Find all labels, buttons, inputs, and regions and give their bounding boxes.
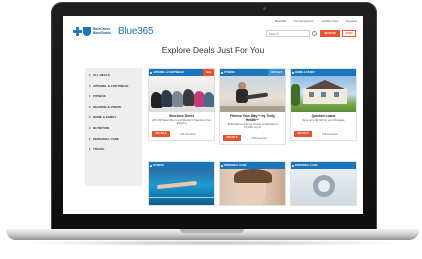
utility-link-blue365[interactable]: Blue365 (275, 19, 286, 23)
card-category: PERSONAL CARE (295, 164, 318, 167)
webcam-icon (263, 7, 266, 10)
card-category: FITNESS (224, 71, 235, 74)
deal-image (220, 169, 285, 205)
sidebar-item-all-deals[interactable]: ALL DEALS (85, 70, 142, 81)
house-icon (292, 71, 294, 74)
deal-image (291, 169, 356, 205)
deal-card[interactable]: FITNESS (148, 161, 215, 206)
heart-icon: ♡ (175, 131, 178, 136)
deal-card[interactable]: HOME & FAMILY Quicken Loans Save up to $… (290, 68, 357, 141)
card-category-bar: APPAREL & FOOTWEAR Sale (149, 69, 214, 76)
favorites-label: 739 Favorites (322, 132, 338, 136)
deal-description: 20% Off Select Men's and Women's Skecher… (152, 119, 211, 126)
favorites-count[interactable]: ♡ 739 Favorites (317, 131, 338, 136)
favorites-count[interactable]: ♡ 436 Favorites (175, 131, 196, 136)
sidebar-item-apparel[interactable]: APPAREL & FOOTWEAR (85, 81, 142, 92)
details-button[interactable]: DETAILS (294, 131, 312, 137)
sidebar-item-travel[interactable]: TRAVEL (85, 144, 142, 155)
deal-image (149, 76, 214, 112)
deal-title: Quicken Loans (311, 114, 336, 118)
details-button[interactable]: DETAILS (223, 135, 241, 141)
heart-icon: ♡ (317, 131, 320, 136)
search-input[interactable] (266, 30, 310, 37)
dumbbell-icon (221, 71, 223, 74)
heart-icon: ♡ (246, 135, 249, 140)
deal-card[interactable]: APPAREL & FOOTWEAR Sale Skechers Direct … (148, 68, 215, 141)
card-category-bar: HOME & FAMILY (291, 69, 356, 76)
deal-card[interactable]: PERSONAL CARE (290, 161, 357, 206)
personal-care-icon (292, 164, 294, 167)
card-category: PERSONAL CARE (224, 164, 247, 167)
deal-title: Skechers Direct (169, 114, 194, 118)
dumbbell-icon (150, 164, 152, 167)
join-button[interactable]: JOIN (342, 30, 356, 37)
deal-card[interactable]: PERSONAL CARE (219, 161, 286, 206)
details-button[interactable]: DETAILS (152, 131, 170, 137)
sidebar-item-fitness[interactable]: FITNESS (85, 91, 142, 102)
deal-image (149, 169, 214, 205)
utility-link-employers[interactable]: For Employers (294, 19, 314, 23)
favorites-label: 436 Favorites (180, 132, 196, 136)
shoe-icon (150, 71, 152, 74)
card-tag: Gift Card (268, 69, 285, 76)
sidebar-item-hearing-vision[interactable]: HEARING & VISION (85, 102, 142, 113)
deal-image (220, 76, 285, 112)
utility-link-healthy-tips[interactable]: Healthy Tips (322, 19, 339, 23)
favorites-count[interactable]: ♡ 3.8k Favorites (246, 135, 268, 140)
sidebar-item-home-family[interactable]: HOME & FAMILY (85, 112, 142, 123)
card-category: APPAREL & FOOTWEAR (153, 71, 184, 74)
card-category-bar: FITNESS Gift Card (220, 69, 285, 76)
laptop-shadow (20, 240, 405, 246)
deal-description: $0 Enrollment Fee for Access to Network … (227, 123, 278, 130)
card-category: FITNESS (153, 164, 164, 167)
deal-card[interactable]: FITNESS Gift Card Fitness Your Way™ by T… (219, 68, 286, 145)
card-category-bar: PERSONAL CARE (291, 162, 356, 169)
page-title: Explore Deals Just For You (161, 45, 265, 55)
card-category-bar: FITNESS (149, 162, 214, 169)
browser-viewport: Blue365 For Employers Healthy Tips Espan… (63, 16, 363, 214)
search-icon[interactable] (312, 31, 317, 36)
card-category: HOME & FAMILY (295, 71, 316, 74)
personal-care-icon (221, 164, 223, 167)
blue-cross-icon (73, 27, 82, 36)
utility-link-espanol[interactable]: Espanol (346, 19, 357, 23)
sign-in-button[interactable]: SIGN IN (320, 30, 340, 37)
favorites-label: 3.8k Favorites (251, 136, 268, 140)
category-sidebar: ALL DEALS APPAREL & FOOTWEAR FITNESS HEA… (85, 68, 142, 186)
site-logo[interactable]: BlueCross BlueShield Blue365 (73, 26, 154, 37)
blue-shield-icon (83, 27, 91, 36)
card-tag: Sale (202, 69, 214, 76)
sidebar-item-personal-care[interactable]: PERSONAL CARE (85, 134, 142, 145)
card-category-bar: PERSONAL CARE (220, 162, 285, 169)
laptop-opening-notch (180, 229, 244, 233)
sidebar-item-nutrition[interactable]: NUTRITION (85, 123, 142, 134)
deal-title: Fitness Your Way™ by Tivity Health™ (230, 114, 275, 122)
brand-name: BlueCross BlueShield (93, 26, 111, 35)
utility-nav: Blue365 For Employers Healthy Tips Espan… (275, 19, 357, 23)
deal-description: Save up to $1,500 on your Mortgage (302, 119, 345, 122)
product-name: Blue365 (118, 26, 154, 37)
deal-image (291, 76, 356, 112)
